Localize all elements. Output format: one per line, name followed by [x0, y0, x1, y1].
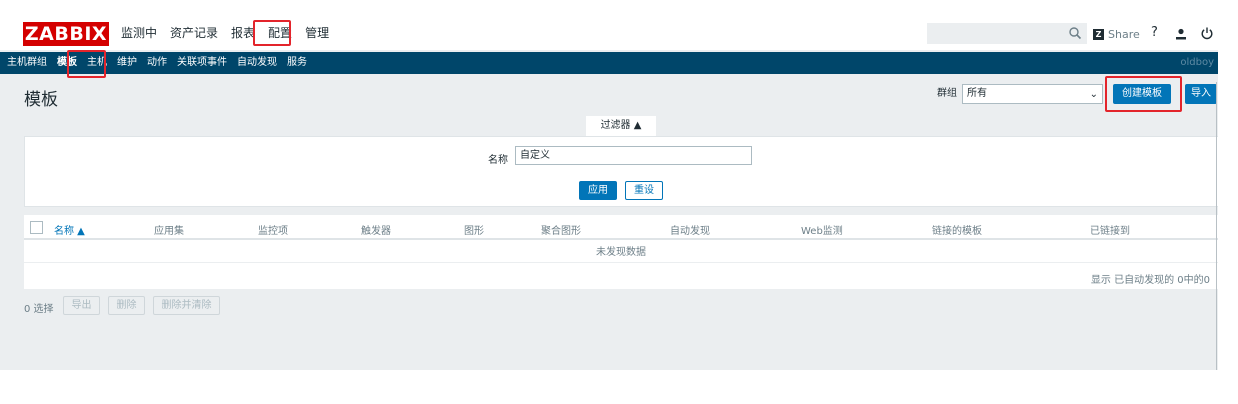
filter-toggle-tab[interactable]: 过滤器 ▲: [586, 116, 656, 136]
selected-count: 0 选择: [24, 304, 54, 315]
table-header: 名称 ▲ 应用集 监控项 触发器 图形 聚合图形 自动发现 Web监测 链接的模…: [24, 215, 1218, 240]
chevron-down-icon: ⌄: [1089, 89, 1098, 100]
top-header: ZABBIX 监测中 资产记录 报表 配置 管理 Z Share ?: [0, 0, 1218, 50]
search-input[interactable]: [927, 23, 1087, 44]
subnav-event-correlation[interactable]: 关联项事件: [172, 52, 232, 74]
table-empty-row: 未发现数据: [24, 242, 1218, 263]
column-discovery: 自动发现: [670, 226, 710, 237]
user-profile-icon[interactable]: [1174, 27, 1188, 41]
group-select[interactable]: 所有 ⌄: [962, 84, 1103, 104]
subnav-host-groups[interactable]: 主机群组: [2, 52, 52, 74]
sign-out-icon[interactable]: [1200, 26, 1214, 40]
main-menu: 监测中 资产记录 报表 配置 管理: [114, 20, 335, 46]
menu-configuration[interactable]: 配置: [261, 20, 298, 46]
import-button[interactable]: 导入: [1185, 84, 1217, 104]
column-triggers: 触发器: [361, 226, 391, 237]
share-link[interactable]: Z Share: [1093, 25, 1140, 43]
group-select-value: 所有: [967, 88, 987, 99]
menu-inventory[interactable]: 资产记录: [163, 20, 224, 46]
group-filter-label: 群组: [937, 88, 957, 99]
reset-button[interactable]: 重设: [625, 181, 663, 200]
paging-summary: 显示 已自动发现的 0中的0: [1090, 275, 1210, 286]
subnav-hosts[interactable]: 主机: [82, 52, 112, 74]
column-applications: 应用集: [154, 226, 184, 237]
subnav-discovery[interactable]: 自动发现: [232, 52, 282, 74]
column-items: 监控项: [258, 226, 288, 237]
zabbix-logo[interactable]: ZABBIX: [23, 22, 109, 46]
subnav-services[interactable]: 服务: [282, 52, 312, 74]
export-button[interactable]: 导出: [63, 296, 100, 315]
column-screens: 聚合图形: [541, 226, 581, 237]
column-linked-templates: 链接的模板: [932, 226, 982, 237]
zabbix-share-icon: Z: [1093, 28, 1104, 40]
server-name: oldboy: [1180, 57, 1214, 68]
menu-administration[interactable]: 管理: [298, 20, 335, 46]
create-template-button[interactable]: 创建模板: [1113, 84, 1171, 104]
subnav-actions[interactable]: 动作: [142, 52, 172, 74]
select-all-checkbox[interactable]: [30, 221, 43, 234]
menu-monitoring[interactable]: 监测中: [114, 20, 163, 46]
menu-reports[interactable]: 报表: [224, 20, 261, 46]
subnav-maintenance[interactable]: 维护: [112, 52, 142, 74]
column-web: Web监测: [801, 226, 843, 237]
sub-navigation: 主机群组 模板 主机 维护 动作 关联项事件 自动发现 服务 oldboy: [0, 52, 1218, 74]
page-edge-divider: [1216, 82, 1217, 370]
column-graphs: 图形: [464, 226, 484, 237]
page-title: 模板: [24, 90, 58, 110]
filter-name-label: 名称: [488, 155, 508, 166]
share-label: Share: [1108, 27, 1140, 41]
search-icon[interactable]: [1068, 26, 1082, 40]
zabbix-app: ZABBIX 监测中 资产记录 报表 配置 管理 Z Share ? 主机群组: [0, 0, 1218, 370]
subnav-templates[interactable]: 模板: [52, 52, 82, 74]
delete-button[interactable]: 删除: [108, 296, 145, 315]
delete-and-clear-button[interactable]: 删除并清除: [153, 296, 220, 315]
filter-name-input[interactable]: 自定义: [515, 146, 752, 165]
apply-button[interactable]: 应用: [579, 181, 617, 200]
column-linked-to: 已链接到: [1090, 226, 1130, 237]
help-icon[interactable]: ?: [1151, 25, 1158, 40]
column-name[interactable]: 名称 ▲: [54, 222, 85, 237]
templates-table: 名称 ▲ 应用集 监控项 触发器 图形 聚合图形 自动发现 Web监测 链接的模…: [24, 215, 1218, 289]
